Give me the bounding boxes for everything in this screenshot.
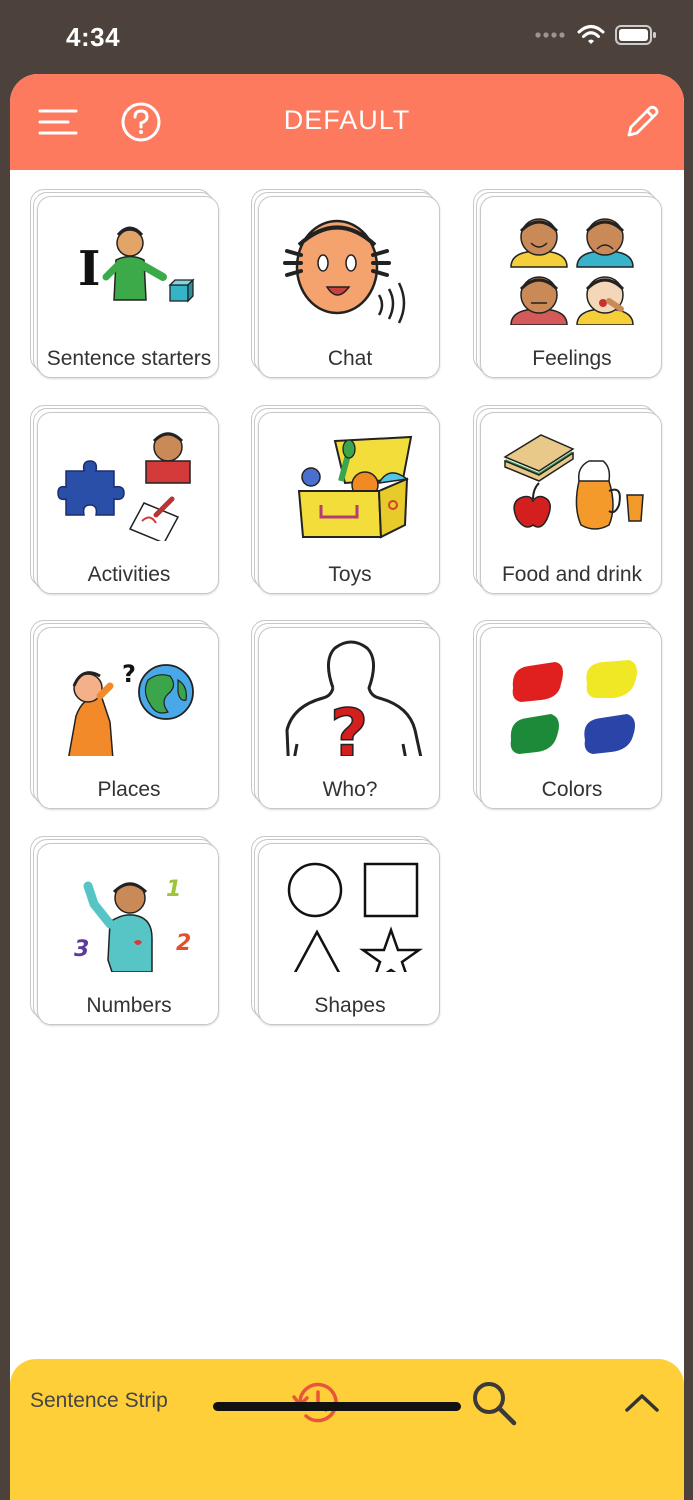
shapes-icon [287,862,423,972]
app-window: DEFAULT I Sentence starters Chat Feeling… [10,74,684,1500]
tile-sentence-starters[interactable]: I Sentence starters [30,189,220,379]
wifi-icon [577,25,605,44]
signal-icon [535,32,565,38]
tile-label: Numbers [86,994,172,1017]
svg-text:I: I [78,241,100,297]
battery-icon [615,25,656,45]
tile-food-and-drink[interactable]: Food and drink [473,405,663,595]
tile-shapes[interactable]: Shapes [251,836,441,1026]
edit-button[interactable] [620,100,664,144]
tile-label: Chat [327,347,373,370]
tile-colors[interactable]: Colors [473,620,663,810]
sentence-strip-label: Sentence Strip [30,1389,168,1412]
activities-icon [57,432,191,541]
tile-who[interactable]: ? Who? [251,620,441,810]
pencil-icon [627,105,659,137]
chevron-up-icon [625,1394,659,1412]
svg-text:1: 1 [166,877,181,902]
sentence-starters-icon: I [78,226,195,303]
tile-label: Colors [541,778,603,801]
tile-label: Activities [87,563,171,586]
colors-icon [510,660,637,754]
who-icon: ? [285,640,423,756]
toys-icon [297,435,413,539]
tile-chat[interactable]: Chat [251,189,441,379]
chat-icon [283,219,406,324]
tile-label: Toys [328,563,372,586]
tile-label: Sentence starters [46,347,212,370]
tile-places[interactable]: ? Places [30,620,220,810]
search-icon [473,1382,517,1426]
tile-toys[interactable]: Toys [251,405,441,595]
numbers-icon: 1 2 3 [74,877,191,972]
svg-text:3: 3 [74,937,89,962]
page-title: DEFAULT [283,105,411,135]
expand-button[interactable] [618,1381,666,1425]
status-time: 4:34 [66,22,121,52]
tile-activities[interactable]: Activities [30,405,220,595]
sentence-strip: Sentence Strip [10,1359,684,1500]
svg-text:?: ? [330,695,368,756]
places-icon: ? [68,660,194,756]
tile-label: Who? [322,778,378,801]
food-and-drink-icon [503,434,644,530]
tile-label: Food and drink [501,563,643,586]
tile-feelings[interactable]: Feelings [473,189,663,379]
svg-text:2: 2 [176,931,191,956]
feelings-icon [510,218,634,325]
svg-text:?: ? [122,660,136,688]
top-bar: DEFAULT [10,74,684,170]
tile-label: Shapes [314,994,386,1017]
home-indicator [213,1402,461,1411]
status-bar: 4:34 [0,0,693,74]
status-icons [535,24,657,46]
tile-label: Feelings [532,347,612,370]
tile-numbers[interactable]: 1 2 3 Numbers [30,836,220,1026]
tile-label: Places [97,778,161,801]
search-button[interactable] [464,1373,524,1433]
